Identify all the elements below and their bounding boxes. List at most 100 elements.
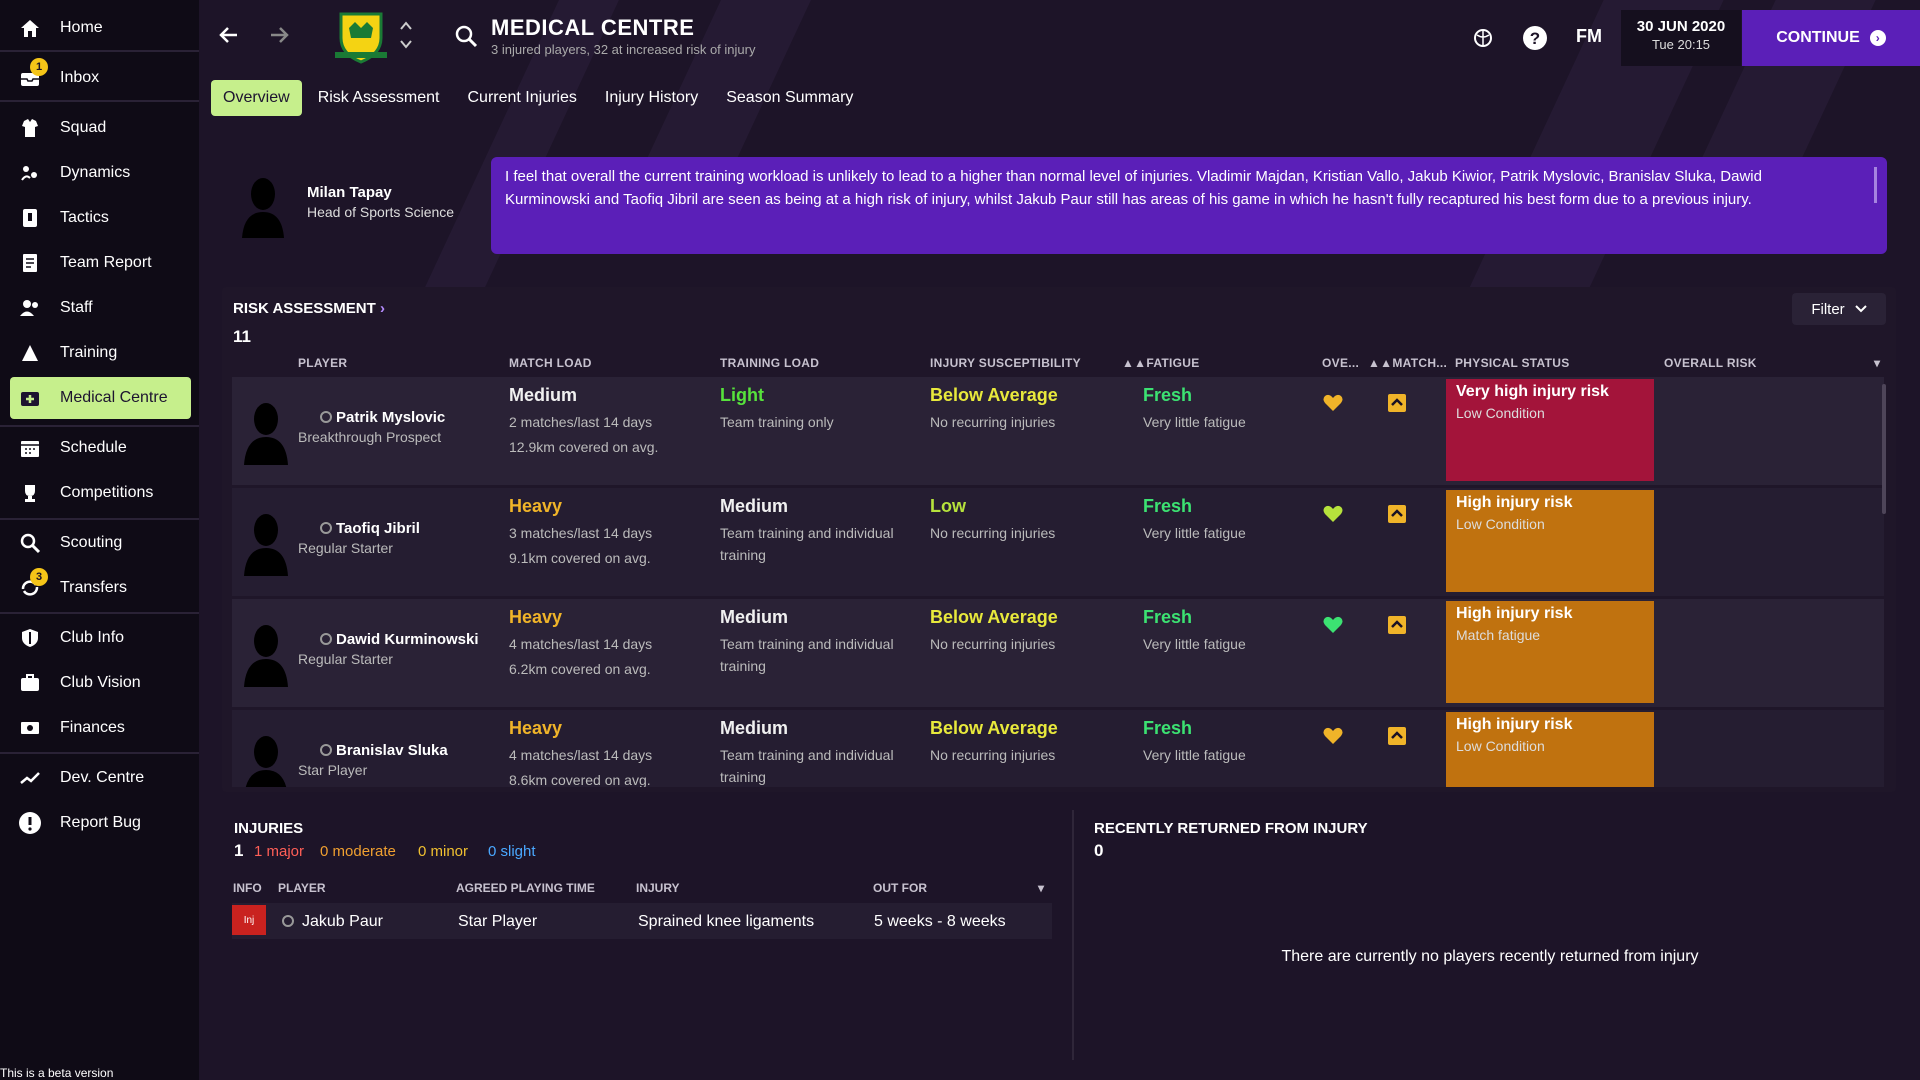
col-agreed-playing-time[interactable]: AGREED PLAYING TIME (456, 881, 595, 895)
table-row[interactable]: Patrik Myslovic Breakthrough Prospect Medi… (232, 377, 1884, 485)
player-avatar[interactable] (240, 621, 292, 687)
col-overall[interactable]: OVE... (1322, 356, 1359, 370)
col-match-load[interactable]: MATCH LOAD (509, 356, 592, 370)
injuries-slight[interactable]: 0 slight (488, 843, 536, 860)
column-menu-icon[interactable]: ▾ (1874, 356, 1880, 370)
player-avatar[interactable] (240, 732, 292, 787)
continue-button[interactable]: CONTINUE › (1742, 10, 1920, 66)
forward-button[interactable] (263, 22, 295, 54)
table-row[interactable]: Taofiq Jibril Regular Starter Heavy 3 match… (232, 488, 1884, 596)
injured-player[interactable]: Jakub Paur (282, 913, 383, 931)
chevron-up-icon[interactable] (1388, 616, 1406, 634)
col-injury-susceptibility[interactable]: INJURY SUSCEPTIBILITY (930, 356, 1081, 370)
scrollbar[interactable] (1874, 167, 1877, 203)
player-name[interactable]: Branislav Sluka (320, 742, 448, 759)
injuries-minor[interactable]: 0 minor (418, 843, 468, 860)
player-name[interactable]: Patrik Myslovic (320, 409, 445, 426)
divider (0, 50, 199, 52)
col-overall-risk[interactable]: OVERALL RISK (1664, 356, 1757, 370)
col-injury[interactable]: INJURY (636, 881, 680, 895)
player-avatar[interactable] (240, 510, 292, 576)
heart-icon[interactable] (1322, 614, 1344, 636)
col-training-load[interactable]: TRAINING LOAD (720, 356, 819, 370)
match-count: 4 matches/last 14 days (509, 747, 653, 763)
sidebar-item-team-report[interactable]: Team Report (10, 242, 191, 284)
dynamics-icon (18, 161, 42, 185)
tab-current-injuries[interactable]: Current Injuries (456, 80, 589, 116)
player-avatar[interactable] (240, 399, 292, 465)
col-physical-status[interactable]: PHYSICAL STATUS (1455, 356, 1570, 370)
person-icon (320, 633, 332, 645)
chevron-up-icon[interactable] (1388, 505, 1406, 523)
tab-injury-history[interactable]: Injury History (593, 80, 710, 116)
sidebar-item-squad[interactable]: Squad (10, 107, 191, 149)
risk-assessment-link[interactable]: RISK ASSESSMENT › (233, 300, 385, 317)
column-menu-icon[interactable]: ▾ (1038, 881, 1044, 895)
col-out-for[interactable]: OUT FOR (873, 881, 927, 895)
staff-name[interactable]: Milan Tapay (307, 184, 392, 201)
table-row[interactable]: Branislav Sluka Star Player Heavy 4 matches… (232, 710, 1884, 787)
col-player[interactable]: PLAYER (298, 356, 347, 370)
money-icon (18, 716, 42, 740)
staff-advice-text: I feel that overall the current training… (505, 168, 1762, 208)
sidebar-item-scouting[interactable]: Scouting (10, 522, 191, 564)
chevron-up-icon[interactable] (1388, 394, 1406, 412)
table-row[interactable]: Dawid Kurminowski Regular Starter Heavy 4 m… (232, 599, 1884, 707)
sidebar-item-home[interactable]: Home (10, 7, 191, 49)
club-switch-toggle[interactable] (399, 20, 413, 53)
sidebar-item-label: Schedule (60, 439, 127, 456)
heart-icon[interactable] (1322, 392, 1344, 414)
injuries-title: INJURIES (234, 820, 304, 837)
sidebar-item-training[interactable]: Training (10, 332, 191, 374)
help-icon[interactable]: ? (1521, 24, 1549, 52)
sidebar-item-finances[interactable]: Finances (10, 707, 191, 749)
injuries-major[interactable]: 1 major (254, 843, 304, 860)
player-name[interactable]: Dawid Kurminowski (320, 631, 479, 648)
col-info[interactable]: INFO (233, 881, 262, 895)
overall-risk-cell[interactable]: High injury risk Low Condition (1446, 712, 1654, 787)
sidebar-item-club-vision[interactable]: Club Vision (10, 662, 191, 704)
fm-logo[interactable]: FM (1576, 26, 1602, 47)
tab-overview[interactable]: Overview (211, 80, 302, 116)
sidebar-item-dev-centre[interactable]: Dev. Centre (10, 757, 191, 799)
staff-avatar[interactable] (238, 174, 288, 238)
col-fatigue[interactable]: ▲▲FATIGUE (1122, 356, 1200, 370)
sidebar-item-report-bug[interactable]: Report Bug (10, 802, 191, 844)
injuries-moderate[interactable]: 0 moderate (320, 843, 396, 860)
player-name[interactable]: Taofiq Jibril (320, 520, 420, 537)
tab-season-summary[interactable]: Season Summary (714, 80, 865, 116)
injury-row[interactable]: Inj Jakub Paur Star Player Sprained knee… (232, 903, 1052, 939)
sidebar-item-competitions[interactable]: Competitions (10, 472, 191, 514)
globe-icon[interactable] (1469, 24, 1497, 52)
heart-icon[interactable] (1322, 725, 1344, 747)
sidebar-item-medical-centre[interactable]: Medical Centre (10, 377, 191, 419)
sidebar-item-dynamics[interactable]: Dynamics (10, 152, 191, 194)
sidebar-item-club-info[interactable]: Club Info (10, 617, 191, 659)
sidebar-item-inbox[interactable]: 1 Inbox (10, 57, 191, 99)
date-display[interactable]: 30 JUN 2020 Tue 20:15 (1621, 10, 1741, 66)
overall-risk-cell[interactable]: Very high injury risk Low Condition (1446, 379, 1654, 481)
sidebar-item-label: Home (60, 19, 103, 36)
club-crest[interactable] (335, 8, 387, 66)
search-icon[interactable] (454, 24, 478, 53)
sidebar-item-transfers[interactable]: 3 Transfers (10, 567, 191, 609)
col-match[interactable]: ▲▲MATCH... (1368, 356, 1447, 370)
tab-risk-assessment[interactable]: Risk Assessment (306, 80, 452, 116)
sidebar-item-staff[interactable]: Staff (10, 287, 191, 329)
training-load-detail: Team training and individual training (720, 636, 894, 674)
sidebar-item-tactics[interactable]: Tactics (10, 197, 191, 239)
chevron-up-icon[interactable] (1388, 727, 1406, 745)
sidebar-item-label: Training (60, 344, 118, 361)
back-button[interactable] (213, 22, 245, 54)
briefcase-icon (18, 671, 42, 695)
scrollbar[interactable] (1882, 384, 1886, 514)
person-icon (282, 915, 294, 927)
overall-risk-cell[interactable]: High injury risk Match fatigue (1446, 601, 1654, 703)
filter-button[interactable]: Filter (1792, 293, 1886, 325)
tab-bar: Overview Risk Assessment Current Injurie… (211, 80, 869, 116)
heart-icon[interactable] (1322, 503, 1344, 525)
overall-risk-cell[interactable]: High injury risk Low Condition (1446, 490, 1654, 592)
col-injury-player[interactable]: PLAYER (278, 881, 326, 895)
sidebar-item-schedule[interactable]: Schedule (10, 427, 191, 469)
injury-tag[interactable]: Inj (232, 905, 266, 935)
